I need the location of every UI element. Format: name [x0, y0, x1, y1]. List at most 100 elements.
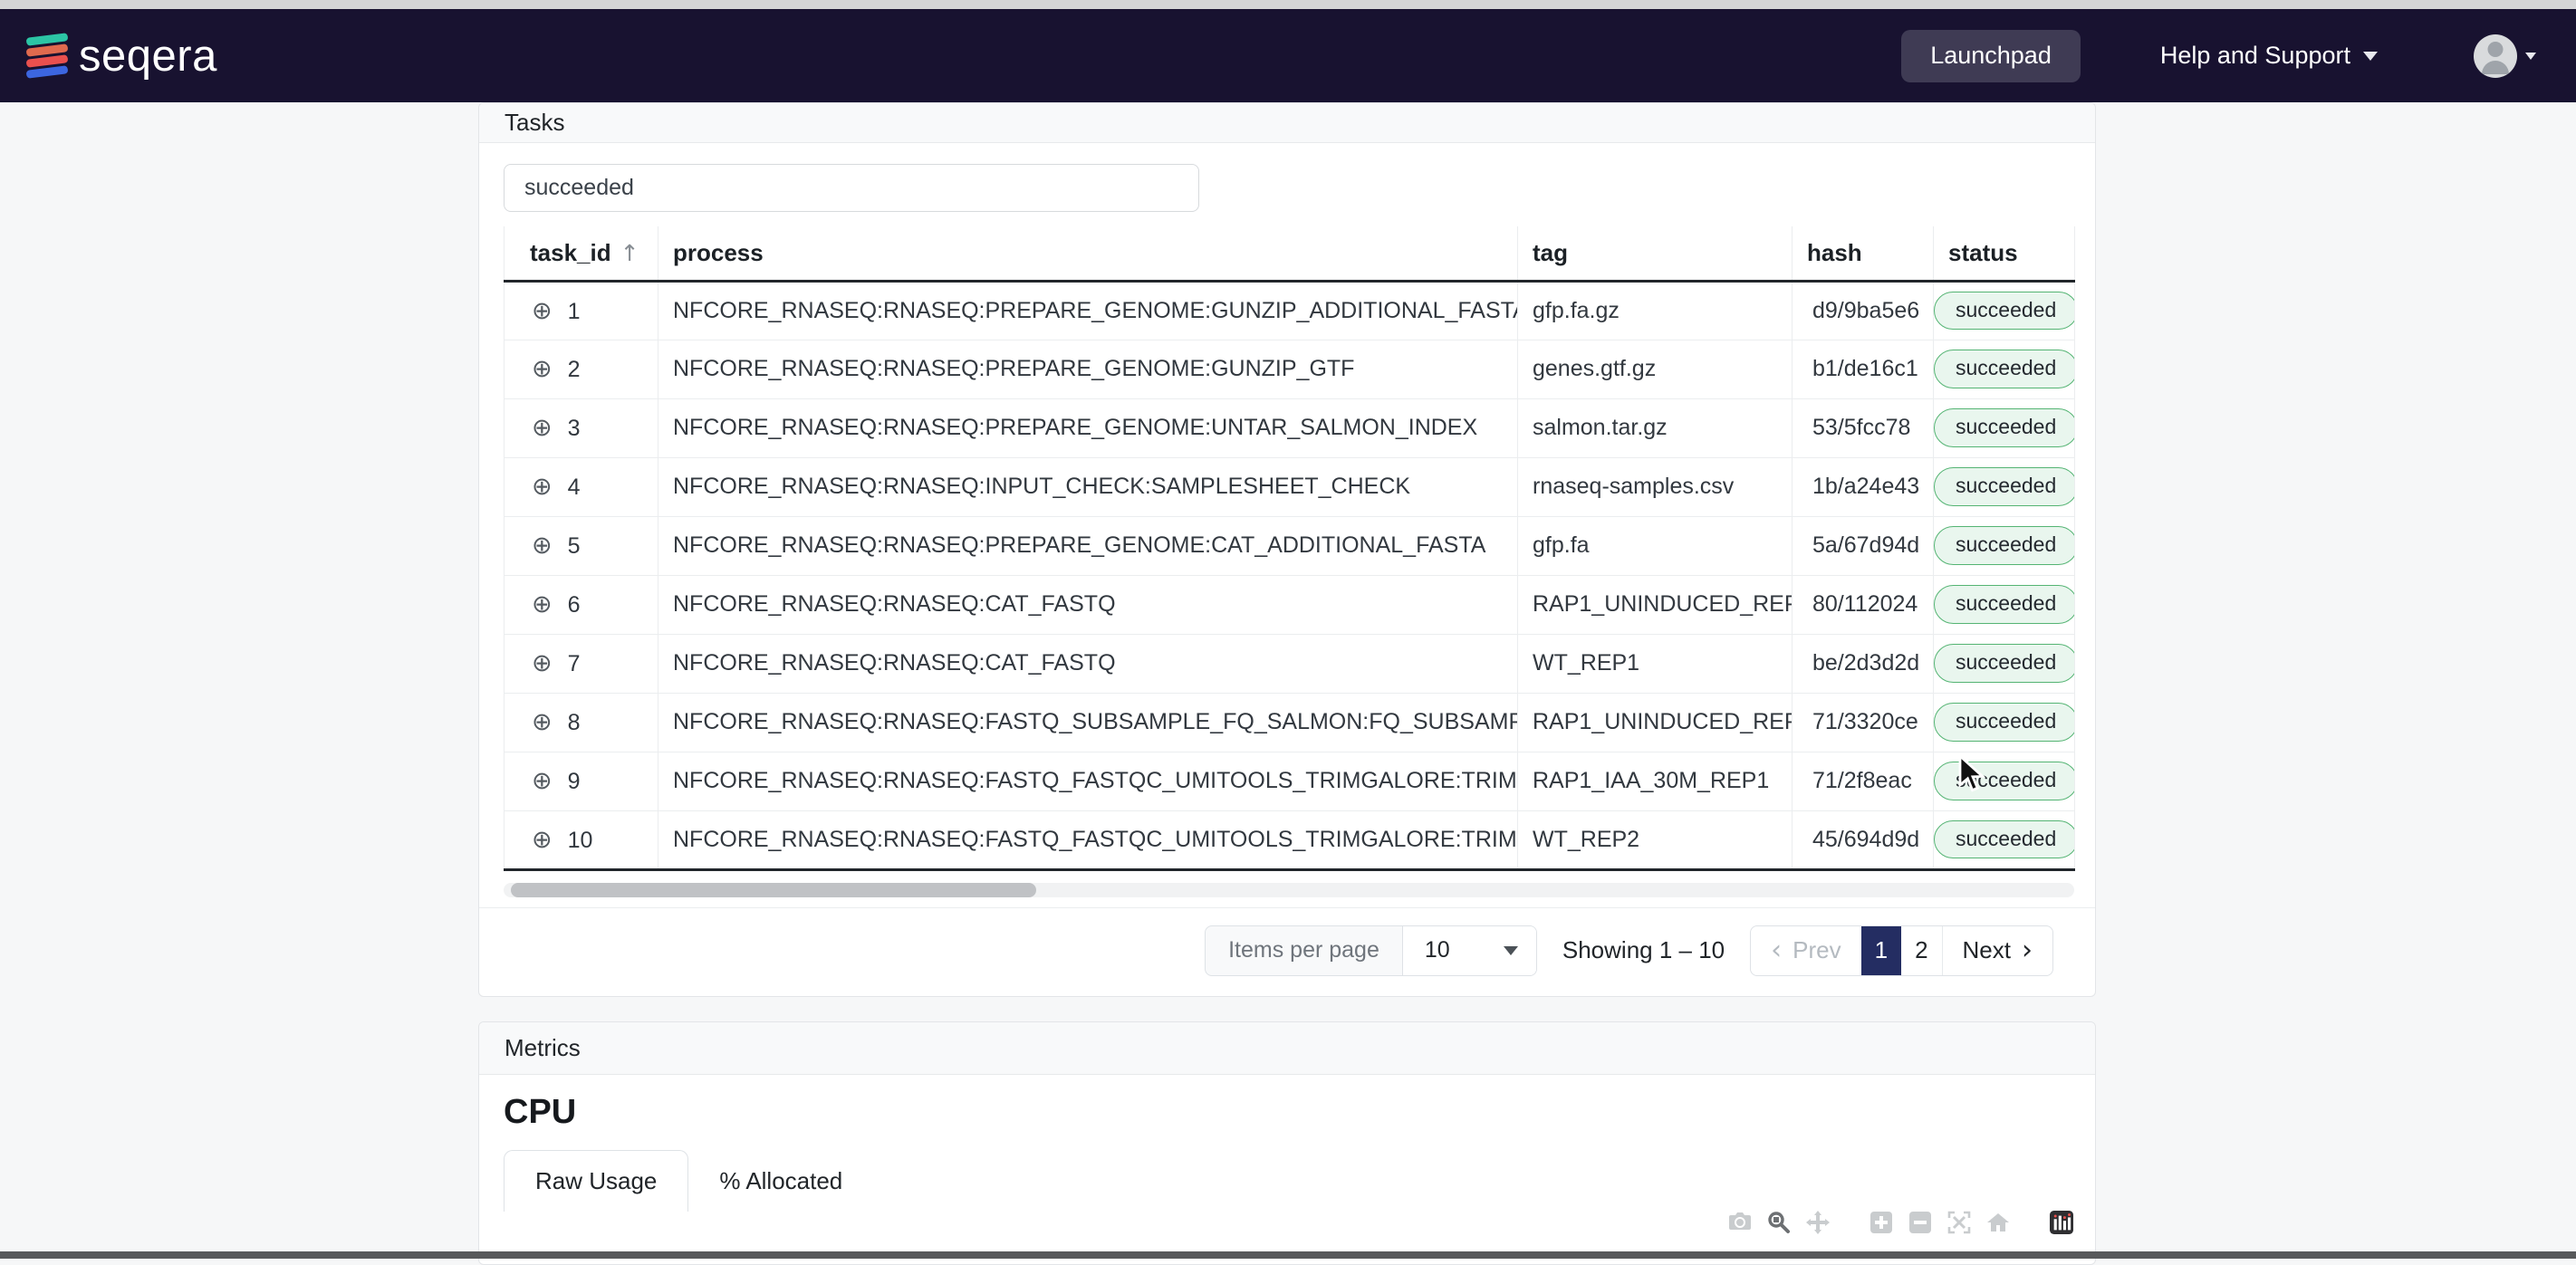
help-menu-label: Help and Support: [2159, 42, 2350, 69]
tasks-search-input[interactable]: [504, 164, 1199, 212]
navbar-actions: Launchpad Help and Support: [1901, 29, 2536, 82]
expand-task-icon[interactable]: ⊕: [532, 355, 553, 383]
task-id-value: 8: [567, 710, 581, 735]
task-id-cell: ⊕ 3: [504, 398, 658, 458]
task-row: ⊕ 10 NFCORE_RNASEQ:RNASEQ:FASTQ_FASTQC_UMI…: [504, 810, 2075, 871]
hash-cell: 53/5fcc78: [1792, 398, 1934, 458]
page-button-1[interactable]: 1: [1860, 925, 1902, 975]
task-id-cell: ⊕ 6: [504, 575, 658, 635]
page-button-2[interactable]: 2: [1901, 926, 1941, 975]
task-row: ⊕ 2 NFCORE_RNASEQ:RNASEQ:PREPARE_GENOME:GU…: [504, 340, 2075, 399]
status-cell: succeeded: [1933, 752, 2075, 811]
tasks-table-body: ⊕ 1 NFCORE_RNASEQ:RNASEQ:PREPARE_GENOME:GU…: [504, 281, 2075, 871]
tag-cell: RAP1_UNINDUCED_REP2: [1517, 575, 1793, 635]
pan-icon[interactable]: [1806, 1211, 1830, 1234]
user-menu[interactable]: [2474, 34, 2536, 78]
launchpad-button[interactable]: Launchpad: [1901, 29, 2081, 82]
task-id-value: 10: [567, 827, 593, 853]
tasks-card: Tasks task_id↑ process: [478, 102, 2096, 997]
status-badge: succeeded: [1934, 350, 2075, 388]
plotly-logo-icon[interactable]: [2050, 1211, 2073, 1234]
items-per-page-select[interactable]: 10: [1401, 925, 1536, 975]
pager: ‹ Prev 12 Next ›: [1750, 925, 2053, 976]
metrics-card: Metrics CPU Raw Usage % Allocated: [478, 1021, 2096, 1265]
expand-task-icon[interactable]: ⊕: [532, 590, 553, 618]
task-row: ⊕ 6 NFCORE_RNASEQ:RNASEQ:CAT_FASTQ RAP1_UNI…: [504, 575, 2075, 635]
status-cell: succeeded: [1933, 457, 2075, 517]
tag-cell: rnaseq-samples.csv: [1517, 457, 1793, 517]
expand-task-icon[interactable]: ⊕: [532, 649, 553, 677]
tasks-table-wrap: task_id ↑ process tag hash status ⊕ 1 NFCOR…: [504, 226, 2075, 871]
status-badge: succeeded: [1934, 703, 2075, 742]
zoom-out-icon[interactable]: [1908, 1211, 1932, 1234]
task-id-cell: ⊕ 5: [504, 516, 658, 576]
next-page-button[interactable]: Next ›: [1941, 925, 2052, 975]
column-header-task-id[interactable]: task_id ↑: [504, 226, 658, 283]
column-header-hash[interactable]: hash: [1792, 226, 1934, 283]
seqera-logo[interactable]: seqera: [25, 31, 217, 81]
process-cell: NFCORE_RNASEQ:RNASEQ:FASTQ_FASTQC_UMITOO…: [658, 810, 1518, 871]
task-id-value: 1: [567, 298, 581, 324]
status-badge: succeeded: [1934, 819, 2075, 859]
reset-axes-icon[interactable]: [1986, 1211, 2010, 1234]
horizontal-scrollbar[interactable]: [504, 882, 2074, 897]
zoom-icon[interactable]: [1767, 1211, 1791, 1234]
column-header-tag[interactable]: tag: [1517, 226, 1793, 283]
scrollbar-thumb[interactable]: [511, 882, 1036, 897]
expand-task-icon[interactable]: ⊕: [532, 532, 553, 560]
task-id-value: 9: [567, 769, 581, 794]
status-cell: succeeded: [1933, 398, 2075, 458]
column-header-status[interactable]: status: [1933, 226, 2075, 283]
chevron-down-icon: [2525, 52, 2536, 60]
task-row: ⊕ 4 NFCORE_RNASEQ:RNASEQ:INPUT_CHECK:SAMPL…: [504, 457, 2075, 517]
task-row: ⊕ 1 NFCORE_RNASEQ:RNASEQ:PREPARE_GENOME:GU…: [504, 281, 2075, 340]
status-badge: succeeded: [1934, 467, 2075, 506]
task-id-cell: ⊕ 10: [504, 810, 658, 871]
cpu-section-title: CPU: [504, 1093, 577, 1131]
task-id-value: 5: [567, 533, 581, 559]
brand-name: seqera: [79, 31, 217, 81]
tab-percent-allocated[interactable]: % Allocated: [688, 1150, 873, 1212]
status-badge: succeeded: [1934, 644, 2075, 683]
task-row: ⊕ 3 NFCORE_RNASEQ:RNASEQ:PREPARE_GENOME:UN…: [504, 398, 2075, 458]
tag-cell: genes.gtf.gz: [1517, 340, 1793, 399]
table-header-row: task_id ↑ process tag hash status: [504, 226, 2075, 283]
main-content: Tasks task_id↑ process: [0, 102, 2576, 1265]
camera-icon[interactable]: [1728, 1211, 1752, 1234]
expand-task-icon[interactable]: ⊕: [532, 473, 553, 501]
zoom-in-icon[interactable]: [1870, 1211, 1893, 1234]
column-header-process[interactable]: process: [658, 226, 1518, 283]
task-id-value: 4: [567, 474, 581, 500]
hash-cell: 45/694d9d: [1792, 810, 1934, 871]
avatar-person-icon: [2487, 41, 2504, 57]
status-cell: succeeded: [1933, 516, 2075, 576]
expand-task-icon[interactable]: ⊕: [532, 767, 553, 795]
hash-cell: 1b/a24e43: [1792, 457, 1934, 517]
prev-page-button[interactable]: ‹ Prev: [1751, 926, 1860, 975]
expand-task-icon[interactable]: ⊕: [532, 414, 553, 442]
task-id-value: 6: [567, 592, 581, 618]
status-cell: succeeded: [1933, 340, 2075, 399]
tab-raw-usage[interactable]: Raw Usage: [504, 1150, 689, 1212]
hash-cell: 71/3320ce: [1792, 693, 1934, 752]
status-cell: succeeded: [1933, 634, 2075, 694]
showing-range-label: Showing 1 – 10: [1562, 936, 1725, 963]
status-badge: succeeded: [1934, 526, 2075, 565]
status-badge: succeeded: [1934, 408, 2075, 447]
expand-task-icon[interactable]: ⊕: [532, 297, 553, 325]
autoscale-icon[interactable]: [1947, 1211, 1971, 1234]
tag-cell: RAP1_IAA_30M_REP1: [1517, 752, 1793, 811]
items-per-page-label: Items per page: [1228, 937, 1379, 963]
tag-cell: WT_REP2: [1517, 810, 1793, 871]
hash-cell: d9/9ba5e6: [1792, 281, 1934, 340]
help-and-support-menu[interactable]: Help and Support: [2160, 42, 2378, 70]
expand-task-icon[interactable]: ⊕: [532, 826, 553, 854]
status-badge: succeeded: [1934, 291, 2075, 331]
tag-cell: RAP1_UNINDUCED_REP1: [1517, 693, 1793, 752]
expand-task-icon[interactable]: ⊕: [532, 708, 553, 736]
status-badge: succeeded: [1934, 585, 2075, 624]
hash-cell: 5a/67d94d: [1792, 516, 1934, 576]
tasks-table: task_id ↑ process tag hash status ⊕ 1 NFCOR…: [504, 226, 2075, 871]
hash-cell: b1/de16c1: [1792, 340, 1934, 399]
plot-modebar: [1728, 1211, 2073, 1234]
